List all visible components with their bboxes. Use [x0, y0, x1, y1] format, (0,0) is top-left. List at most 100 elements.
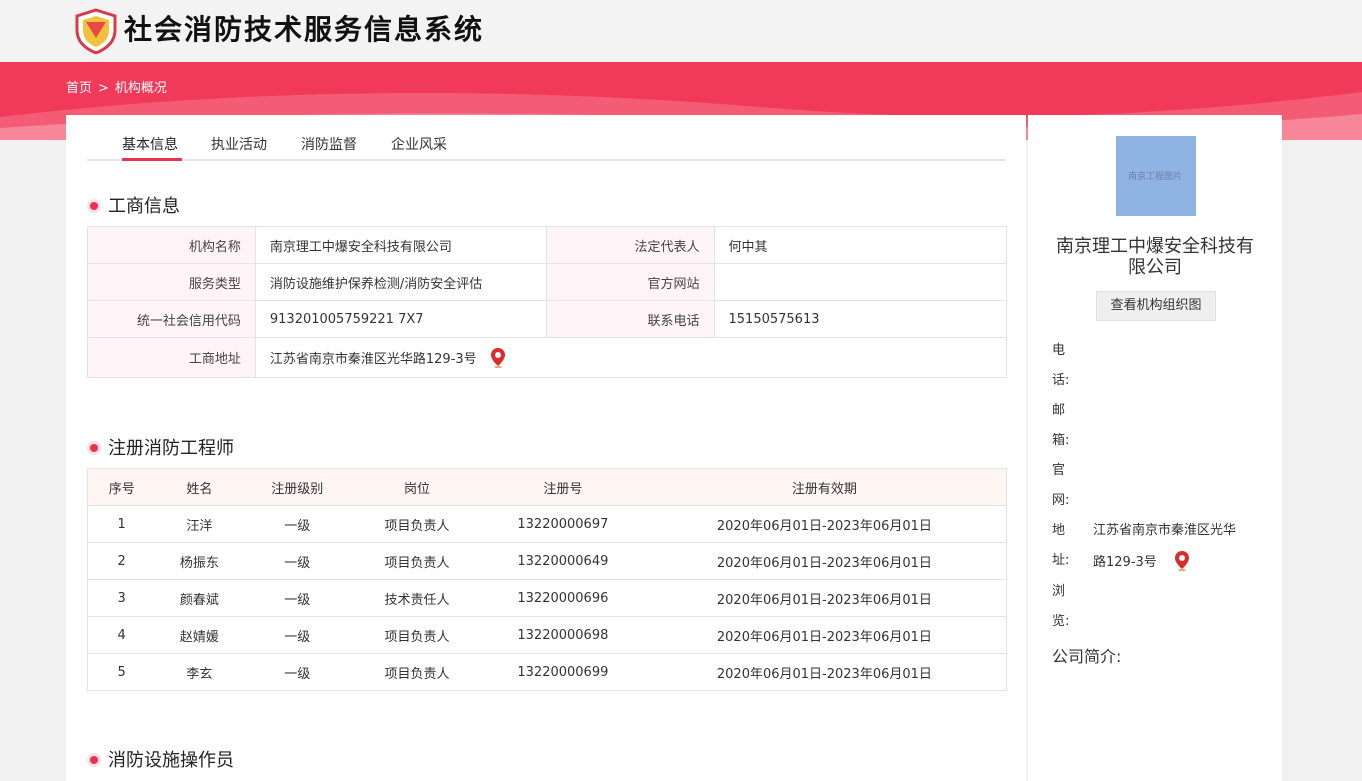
- table-header-row: 序号 姓名 注册级别 岗位 注册号 注册有效期: [87, 468, 1007, 506]
- table-cell: 13220000698: [482, 616, 643, 654]
- table-row: 5 李玄 一级 项目负责人 13220000699 2020年06月01日-20…: [87, 653, 1007, 691]
- table-cell: 2020年06月01日-2023年06月01日: [642, 542, 1007, 580]
- table-cell: 杨振东: [155, 542, 244, 580]
- table-cell: 技术责任人: [351, 579, 483, 617]
- org-name: 南京理工中爆安全科技有限公司: [1056, 236, 1254, 278]
- site-title: 社会消防技术服务信息系统: [124, 13, 485, 46]
- table-cell: 一级: [243, 505, 352, 543]
- table-cell: 一级: [243, 542, 352, 580]
- table-cell: 2020年06月01日-2023年06月01日: [642, 505, 1007, 543]
- table-cell: 项目负责人: [351, 542, 483, 580]
- table-cell: 项目负责人: [351, 653, 483, 691]
- column-header: 注册有效期: [642, 468, 1007, 506]
- info-label: 工商地址: [87, 337, 256, 378]
- table-cell: 汪洋: [155, 505, 244, 543]
- info-value: 南京理工中爆安全科技有限公司: [254, 226, 547, 264]
- top-header: 社会消防技术服务信息系统: [0, 0, 1362, 62]
- email-label-line2: 箱:: [1052, 433, 1070, 448]
- section-title-text: 注册消防工程师: [108, 438, 234, 459]
- active-tab-indicator: [122, 158, 182, 161]
- section-title-business: 工商信息: [87, 195, 180, 219]
- address-text: 江苏省南京市秦淮区光华路129-3号: [269, 351, 477, 367]
- tab-practice-activity[interactable]: 执业活动: [211, 135, 267, 155]
- breadcrumb: 首页 > 机构概况: [66, 80, 167, 98]
- website-label-line1: 官: [1052, 463, 1066, 478]
- info-label: 联系电话: [545, 300, 715, 338]
- address-label-line2: 址:: [1052, 553, 1070, 568]
- address-label-line1: 地: [1052, 523, 1066, 538]
- info-label: 机构名称: [87, 226, 256, 264]
- table-row: 工商地址 江苏省南京市秦淮区光华路129-3号: [87, 337, 1008, 378]
- table-cell: 2020年06月01日-2023年06月01日: [642, 653, 1007, 691]
- company-intro-label: 公司简介:: [1052, 647, 1122, 666]
- breadcrumb-home-link[interactable]: 首页: [66, 81, 92, 96]
- engineer-table: 序号 姓名 注册级别 岗位 注册号 注册有效期 1 汪洋 一级 项目负责人 13…: [87, 468, 1007, 691]
- views-label-line1: 浏: [1052, 584, 1066, 599]
- address-value-text: 路129-3号: [1093, 555, 1157, 570]
- shield-logo-icon: [75, 8, 117, 54]
- section-title-text: 消防设施操作员: [108, 750, 234, 771]
- org-logo-text: 南京工程图片: [1128, 172, 1183, 182]
- table-cell: 5: [87, 653, 156, 691]
- table-cell: 颜春斌: [155, 579, 244, 617]
- table-cell: 13220000696: [482, 579, 643, 617]
- views-label-line2: 览:: [1052, 614, 1070, 629]
- tab-fire-supervision[interactable]: 消防监督: [301, 135, 357, 155]
- table-row: 机构名称 南京理工中爆安全科技有限公司 法定代表人 何中其: [87, 226, 1007, 264]
- section-dot-icon: [87, 753, 101, 767]
- section-dot-icon: [87, 199, 101, 213]
- view-org-chart-button[interactable]: 查看机构组织图: [1096, 291, 1216, 321]
- info-value: 15150575613: [713, 300, 1007, 338]
- address-value-line1: 江苏省南京市秦淮区光华: [1093, 523, 1237, 538]
- phone-label-line2: 话:: [1052, 373, 1070, 388]
- column-header: 序号: [87, 468, 156, 506]
- table-row: 3 颜春斌 一级 技术责任人 13220000696 2020年06月01日-2…: [87, 579, 1007, 617]
- table-cell: 一级: [243, 579, 352, 617]
- tab-company-style[interactable]: 企业风采: [391, 135, 447, 155]
- table-cell: 项目负责人: [351, 505, 483, 543]
- website-label-line2: 网:: [1052, 493, 1070, 508]
- table-cell: 2020年06月01日-2023年06月01日: [642, 616, 1007, 654]
- info-label: 服务类型: [87, 263, 256, 301]
- info-label: 统一社会信用代码: [87, 300, 256, 338]
- info-value-address: 江苏省南京市秦淮区光华路129-3号: [254, 337, 1008, 378]
- table-row: 1 汪洋 一级 项目负责人 13220000697 2020年06月01日-20…: [87, 505, 1007, 543]
- table-cell: 13220000649: [482, 542, 643, 580]
- breadcrumb-current: 机构概况: [114, 81, 167, 96]
- email-label-line1: 邮: [1052, 403, 1066, 418]
- column-header: 姓名: [155, 468, 244, 506]
- table-cell: 2: [87, 542, 156, 580]
- info-label: 法定代表人: [545, 226, 715, 264]
- table-cell: 2020年06月01日-2023年06月01日: [642, 579, 1007, 617]
- info-value: 消防设施维护保养检测/消防安全评估: [254, 263, 547, 301]
- tab-basic-info[interactable]: 基本信息: [122, 135, 178, 155]
- map-pin-icon[interactable]: [1174, 551, 1189, 571]
- table-cell: 一级: [243, 616, 352, 654]
- table-cell: 3: [87, 579, 156, 617]
- org-logo-image: 南京工程图片: [1116, 136, 1196, 216]
- info-value: [713, 263, 1007, 301]
- table-row: 2 杨振东 一级 项目负责人 13220000649 2020年06月01日-2…: [87, 542, 1007, 580]
- table-cell: 一级: [243, 653, 352, 691]
- table-cell: 项目负责人: [351, 616, 483, 654]
- table-cell: 4: [87, 616, 156, 654]
- breadcrumb-separator: >: [98, 81, 109, 96]
- section-title-text: 工商信息: [108, 196, 180, 217]
- table-cell: 李玄: [155, 653, 244, 691]
- table-row: 4 赵婧媛 一级 项目负责人 13220000698 2020年06月01日-2…: [87, 616, 1007, 654]
- section-title-engineers: 注册消防工程师: [87, 437, 234, 461]
- column-header: 注册级别: [243, 468, 352, 506]
- column-header: 注册号: [482, 468, 643, 506]
- phone-label-line1: 电: [1052, 343, 1066, 358]
- table-cell: 13220000697: [482, 505, 643, 543]
- info-label: 官方网站: [545, 263, 715, 301]
- table-row: 服务类型 消防设施维护保养检测/消防安全评估 官方网站: [87, 263, 1007, 301]
- map-pin-icon[interactable]: [490, 347, 505, 368]
- address-value-line2: 路129-3号: [1093, 551, 1189, 573]
- column-header: 岗位: [351, 468, 483, 506]
- info-value: 何中其: [713, 226, 1007, 264]
- table-cell: 赵婧媛: [155, 616, 244, 654]
- table-cell: 1: [87, 505, 156, 543]
- tab-bar: 基本信息 执业活动 消防监督 企业风采: [87, 115, 1006, 161]
- table-row: 统一社会信用代码 913201005759221 7X7 联系电话 151505…: [87, 300, 1007, 338]
